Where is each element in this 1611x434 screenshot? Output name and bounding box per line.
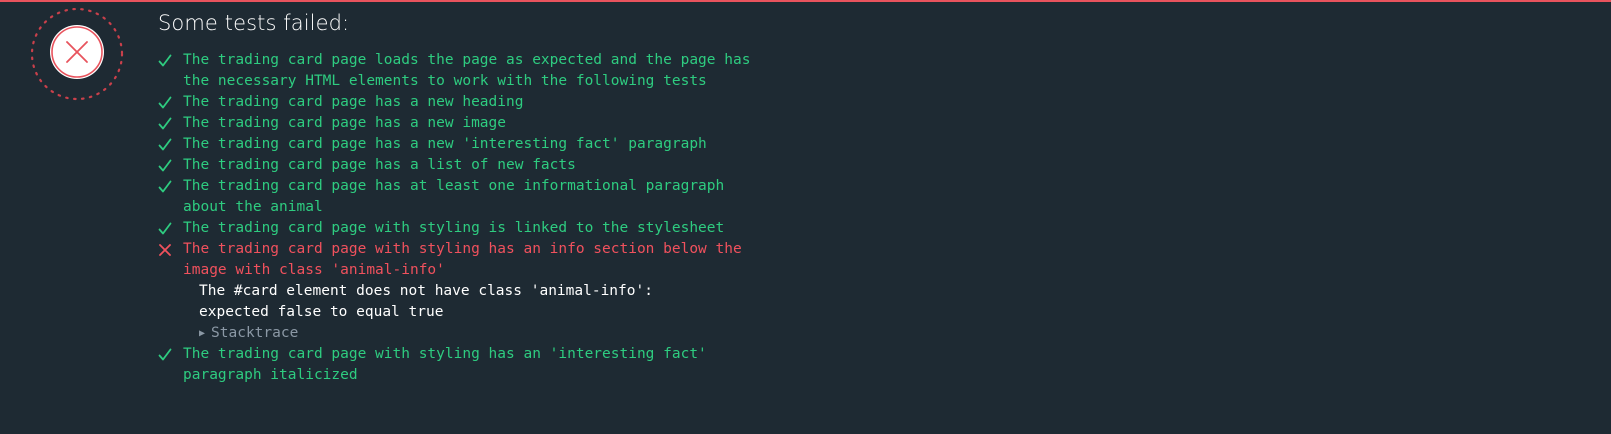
test-result-item: The trading card page has a new 'interes…: [158, 134, 918, 155]
results-content: Some tests failed: The trading card page…: [158, 8, 918, 386]
test-title: The trading card page with styling has a…: [183, 241, 742, 278]
test-title: The trading card page with styling has a…: [183, 346, 707, 383]
test-result-item: The trading card page loads the page as …: [158, 50, 918, 92]
checkmark-icon: [158, 180, 172, 194]
checkmark-icon: [158, 96, 172, 110]
test-result-item: The trading card page has a new heading: [158, 92, 918, 113]
stacktrace-toggle[interactable]: ▶ Stacktrace: [199, 323, 918, 344]
page-title: Some tests failed:: [158, 11, 350, 35]
cross-icon: [158, 243, 172, 257]
error-details: The #card element does not have class 'a…: [183, 281, 918, 344]
error-message: The #card element does not have class 'a…: [199, 283, 653, 320]
test-title: The trading card page has a new heading: [183, 94, 524, 110]
test-result-item: The trading card page has a list of new …: [158, 155, 918, 176]
checkmark-icon: [158, 159, 172, 173]
test-result-item: The trading card page has a new image: [158, 113, 918, 134]
test-title: The trading card page has a new 'interes…: [183, 136, 707, 152]
test-result-item: The trading card page with styling has a…: [158, 344, 918, 386]
test-results-panel: Some tests failed: The trading card page…: [0, 0, 1611, 434]
triangle-right-icon: ▶: [199, 328, 206, 339]
checkmark-icon: [158, 348, 172, 362]
test-title: The trading card page loads the page as …: [183, 52, 751, 89]
checkmark-icon: [158, 138, 172, 152]
test-title: The trading card page has at least one i…: [183, 178, 725, 215]
test-title: The trading card page with styling is li…: [183, 220, 725, 236]
checkmark-icon: [158, 222, 172, 236]
test-title: The trading card page has a list of new …: [183, 157, 576, 173]
failure-x-circle-icon: [30, 7, 124, 101]
test-title: The trading card page has a new image: [183, 115, 507, 131]
checkmark-icon: [158, 54, 172, 68]
stacktrace-label: Stacktrace: [211, 325, 299, 341]
test-result-item: The trading card page with styling is li…: [158, 218, 918, 239]
checkmark-icon: [158, 117, 172, 131]
test-result-item-failed: The trading card page with styling has a…: [158, 239, 918, 344]
test-result-item: The trading card page has at least one i…: [158, 176, 918, 218]
test-results-list: The trading card page loads the page as …: [158, 50, 918, 386]
